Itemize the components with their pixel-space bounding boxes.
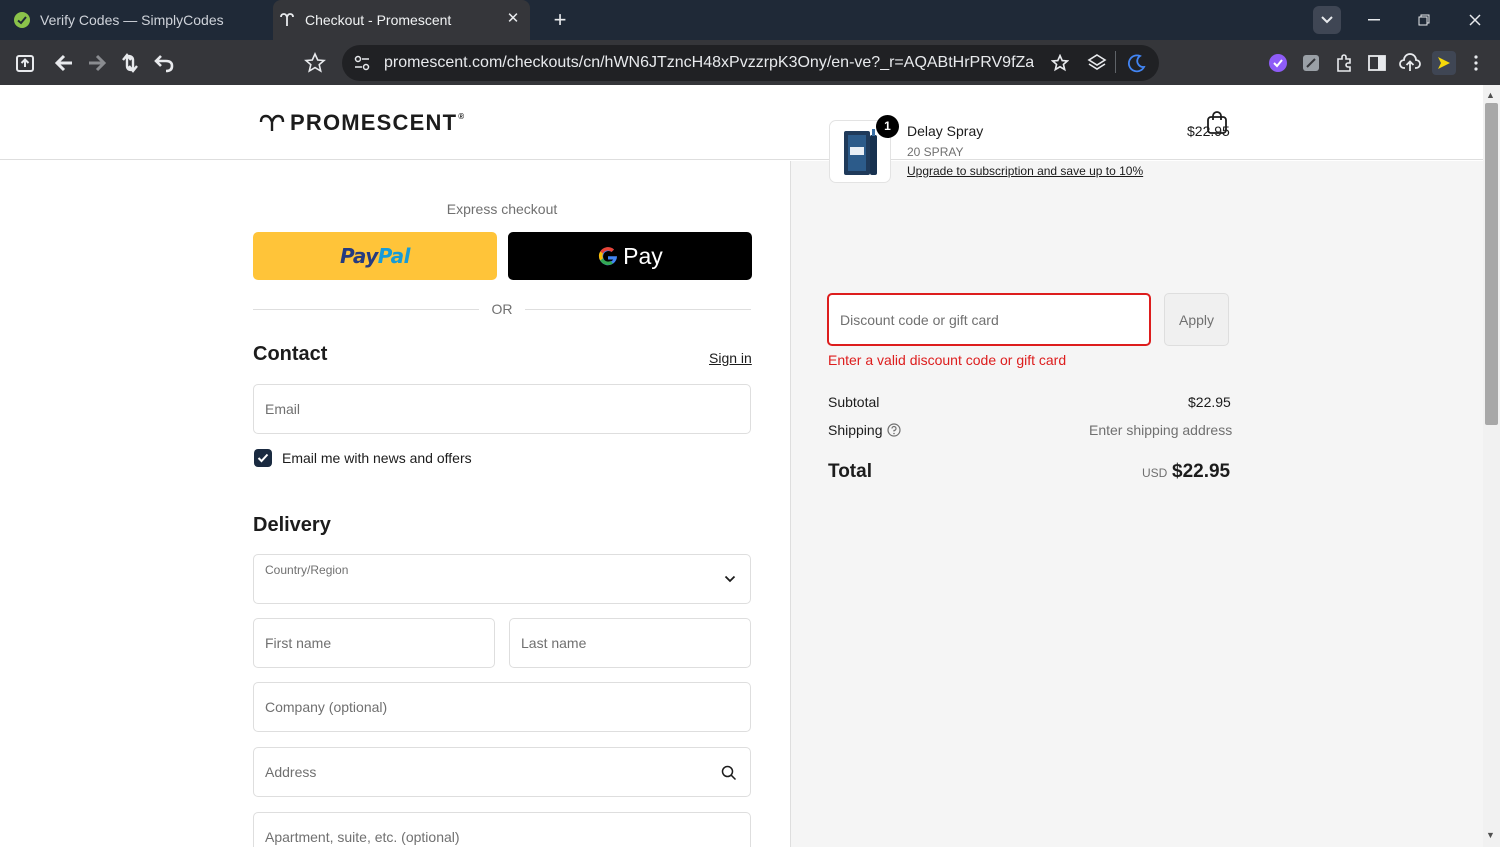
omnibox-divider: [1115, 51, 1116, 73]
apartment-field[interactable]: Apartment, suite, etc. (optional): [253, 812, 751, 847]
newsletter-label[interactable]: Email me with news and offers: [282, 449, 472, 467]
last-name-placeholder: Last name: [521, 635, 587, 651]
contact-heading: Contact: [253, 343, 328, 365]
last-name-field[interactable]: Last name: [509, 618, 751, 668]
cloud-upload-icon[interactable]: [1398, 51, 1422, 75]
reload-icon[interactable]: [118, 51, 142, 75]
simplycodes-favicon-icon: [13, 11, 31, 29]
apply-discount-button[interactable]: Apply: [1164, 293, 1229, 346]
scroll-up-arrow-icon[interactable]: ▲: [1486, 90, 1495, 100]
company-field[interactable]: Company (optional): [253, 682, 751, 732]
express-checkout-label: Express checkout: [446, 201, 558, 217]
browser-tab-bar: Verify Codes — SimplyCodes Checkout - Pr…: [0, 0, 1500, 40]
brand-name: PROMESCENT: [290, 110, 458, 135]
bookmark-star-outline-icon[interactable]: [303, 51, 327, 75]
promescent-logo-icon: [259, 114, 285, 131]
tab-checkout-promescent[interactable]: Checkout - Promescent ✕: [273, 0, 530, 40]
trademark-symbol: ®: [458, 111, 466, 121]
quantity-badge: 1: [876, 115, 899, 138]
google-pay-button[interactable]: Pay: [508, 232, 752, 280]
scroll-down-arrow-icon[interactable]: ▼: [1486, 830, 1495, 840]
url-text[interactable]: promescent.com/checkouts/cn/hWN6JTzncH48…: [384, 52, 1034, 74]
delivery-heading: Delivery: [253, 514, 331, 536]
checkmark-icon: [257, 453, 269, 463]
bookmark-star-icon[interactable]: [1048, 51, 1072, 75]
first-name-placeholder: First name: [265, 635, 332, 651]
chevron-down-icon: [724, 575, 736, 583]
grey-extension-icon[interactable]: [1299, 51, 1323, 75]
currency-code: USD: [1142, 466, 1168, 480]
tab-title: Checkout - Promescent: [305, 12, 452, 28]
dark-mode-moon-icon[interactable]: [1125, 51, 1149, 75]
newsletter-checkbox[interactable]: [254, 449, 272, 467]
new-tab-plus-icon[interactable]: +: [549, 7, 571, 33]
checkout-form: Express checkout PayPal Pay OR Contact S…: [0, 161, 790, 847]
email-field[interactable]: Email: [253, 384, 751, 434]
shipping-label: Shipping: [828, 422, 883, 438]
order-summary: [790, 161, 1483, 847]
promescent-favicon-icon: [278, 11, 296, 29]
google-g-icon: [599, 247, 618, 266]
product-price: $22.95: [1187, 123, 1230, 139]
discount-code-input[interactable]: Discount code or gift card: [827, 293, 1151, 346]
subtotal-value: $22.95: [1188, 394, 1231, 410]
checkout-page: PROMESCENT ® Express checkout PayPal Pay …: [0, 85, 1483, 847]
total-label: Total: [828, 461, 872, 482]
close-tab-icon[interactable]: ✕: [504, 10, 522, 28]
minimize-window-icon[interactable]: [1351, 0, 1397, 40]
address-field[interactable]: Address: [253, 747, 751, 797]
site-info-icon[interactable]: [350, 51, 374, 75]
product-variant: 20 SPRAY: [907, 145, 964, 159]
restore-window-icon[interactable]: [1401, 0, 1447, 40]
scrollbar-thumb[interactable]: [1485, 103, 1498, 425]
first-name-field[interactable]: First name: [253, 618, 495, 668]
or-divider: OR: [253, 301, 751, 317]
apartment-placeholder: Apartment, suite, etc. (optional): [265, 829, 460, 845]
close-window-icon[interactable]: [1452, 0, 1498, 40]
or-line-right: [525, 309, 751, 310]
email-placeholder: Email: [265, 401, 301, 417]
total-value: $22.95: [1172, 461, 1231, 482]
discount-error-message: Enter a valid discount code or gift card: [828, 352, 1067, 368]
extensions-puzzle-icon[interactable]: [1332, 51, 1356, 75]
paypal-button[interactable]: PayPal: [253, 232, 497, 280]
address-placeholder: Address: [265, 764, 317, 780]
tab-title: Verify Codes — SimplyCodes: [40, 12, 224, 28]
promescent-logo[interactable]: PROMESCENT ®: [259, 110, 465, 136]
gpay-label: Pay: [623, 242, 663, 269]
browser-menu-icon[interactable]: [1464, 51, 1488, 75]
product-name: Delay Spray: [907, 123, 984, 139]
layers-extension-icon[interactable]: [1085, 51, 1109, 75]
help-circle-icon[interactable]: [887, 423, 901, 437]
country-region-label: Country/Region: [265, 563, 349, 577]
paypal-logo: PayPal: [339, 244, 411, 268]
purple-extension-icon[interactable]: [1266, 51, 1290, 75]
subtotal-label: Subtotal: [828, 394, 880, 410]
upgrade-subscription-link[interactable]: Upgrade to subscription and save up to 1…: [907, 164, 1143, 178]
sign-in-link[interactable]: Sign in: [709, 350, 752, 366]
back-arrow-icon[interactable]: [52, 51, 76, 75]
shipping-value: Enter shipping address: [1089, 422, 1233, 438]
upload-tray-icon[interactable]: [13, 51, 37, 75]
discount-placeholder: Discount code or gift card: [840, 312, 999, 328]
company-placeholder: Company (optional): [265, 699, 388, 715]
side-panel-icon[interactable]: [1365, 51, 1389, 75]
yellow-arrow-extension-icon[interactable]: [1432, 51, 1456, 75]
country-region-select[interactable]: Country/Region: [253, 554, 751, 604]
tab-search-chevron-icon[interactable]: [1313, 6, 1341, 34]
undo-icon[interactable]: [152, 51, 176, 75]
tab-simplycodes[interactable]: Verify Codes — SimplyCodes: [0, 0, 270, 40]
forward-arrow-icon[interactable]: [85, 51, 109, 75]
site-header: PROMESCENT ®: [0, 85, 1483, 160]
search-icon: [721, 765, 737, 781]
